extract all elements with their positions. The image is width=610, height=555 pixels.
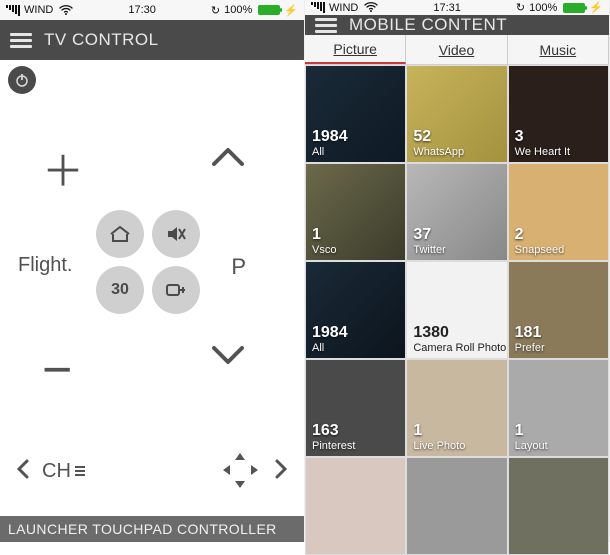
carrier-label: WIND	[24, 4, 53, 16]
album-tile[interactable]: 1Layout	[509, 360, 608, 456]
next-button[interactable]	[274, 458, 288, 485]
sync-icon: ↻	[516, 1, 525, 14]
content-tabs: Picture Video Music	[305, 35, 609, 65]
album-count: 1984	[312, 324, 348, 342]
input-button[interactable]	[152, 266, 200, 314]
album-tile[interactable]: 2Snapseed	[509, 164, 608, 260]
album-count: 181	[515, 324, 542, 342]
album-tile[interactable]: 3We Heart It	[509, 66, 608, 162]
screen-tv-control: WIND 17:30 ↻ 100% ⚡ TV CONTROL ＋ − Fligh…	[0, 0, 305, 542]
album-count: 3	[515, 128, 564, 146]
album-tile[interactable]: 163Pinterest	[306, 360, 405, 456]
album-name: Camera Roll Photo	[413, 342, 506, 354]
album-tile[interactable]	[306, 458, 405, 554]
album-tile[interactable]: 1Live Photo	[407, 360, 506, 456]
tab-video-label: Video	[439, 42, 475, 58]
p-label: P	[231, 254, 246, 280]
menu-icon[interactable]	[315, 18, 337, 33]
tv-control-body: ＋ − Flight. P 30 CH	[0, 60, 304, 542]
album-name: All	[312, 146, 354, 158]
page-title: MOBILE CONTENT	[349, 15, 507, 35]
wifi-icon	[364, 0, 378, 15]
battery-pct: 100%	[224, 4, 252, 16]
ch-label: CH	[42, 460, 71, 483]
home-button[interactable]	[96, 210, 144, 258]
album-tile[interactable]	[509, 458, 608, 554]
album-name: Snapseed	[515, 244, 565, 256]
prev-button[interactable]	[16, 458, 30, 485]
topbar-right: MOBILE CONTENT	[305, 15, 609, 35]
album-tile[interactable]: 1984All	[306, 262, 405, 358]
statusbar-right: WIND 17:31 ↻ 100% ⚡	[305, 0, 609, 15]
clock: 17:30	[128, 4, 156, 16]
album-tile[interactable]: 1380Camera Roll Photo	[407, 262, 506, 358]
album-count: 37	[413, 226, 439, 244]
album-name: All	[312, 342, 354, 354]
album-name: Layout	[515, 440, 548, 452]
center-cluster: 30	[96, 210, 200, 314]
sync-icon: ↻	[211, 4, 220, 17]
launcher-bar: LAUNCHER TOUCHPAD CONTROLLER	[0, 516, 304, 542]
clock: 17:31	[433, 2, 461, 14]
topbar-left: TV CONTROL	[0, 20, 304, 60]
tab-music[interactable]: Music	[508, 35, 609, 64]
volume-down-button[interactable]: −	[42, 340, 72, 400]
battery-icon	[563, 3, 585, 13]
ch-button[interactable]: CH	[42, 460, 85, 483]
album-tile[interactable]: 1Vsco	[306, 164, 405, 260]
tab-picture-label: Picture	[333, 41, 377, 57]
album-name: Pinterest	[312, 440, 355, 452]
album-name: Live Photo	[413, 440, 465, 452]
album-count: 1	[515, 422, 542, 440]
album-name: WhatsApp	[413, 146, 464, 158]
album-count: 52	[413, 128, 458, 146]
tab-video[interactable]: Video	[406, 35, 507, 64]
flight-label: Flight.	[18, 254, 72, 277]
carrier-label: WIND	[329, 2, 358, 14]
wifi-icon	[59, 3, 73, 18]
album-name: Prefer	[515, 342, 548, 354]
mobile-content-body: Picture Video Music 1984All 52WhatsApp 3…	[305, 35, 609, 555]
battery-icon	[258, 5, 280, 15]
album-count: 1380	[413, 324, 500, 342]
album-tile[interactable]: 37Twitter	[407, 164, 506, 260]
screen-mobile-content: WIND 17:31 ↻ 100% ⚡ MOBILE CONTENT Pictu…	[305, 0, 610, 542]
album-tile[interactable]: 1984All	[306, 66, 405, 162]
mute-button[interactable]	[152, 210, 200, 258]
statusbar-left: WIND 17:30 ↻ 100% ⚡	[0, 0, 304, 20]
album-count: 163	[312, 422, 349, 440]
album-grid[interactable]: 1984All 52WhatsApp 3We Heart It 1Vsco 37…	[305, 65, 609, 555]
volume-up-button[interactable]: ＋	[42, 138, 84, 199]
album-name: Vsco	[312, 244, 336, 256]
album-tile[interactable]: 181Prefer	[509, 262, 608, 358]
album-count: 1	[312, 226, 330, 244]
page-title: TV CONTROL	[44, 30, 159, 50]
power-button[interactable]	[8, 66, 36, 94]
album-tile[interactable]: 52WhatsApp	[407, 66, 506, 162]
battery-pct: 100%	[529, 2, 557, 14]
album-count: 1	[413, 422, 459, 440]
album-name: Twitter	[413, 244, 445, 256]
charging-icon: ⚡	[589, 1, 603, 14]
album-name: We Heart It	[515, 146, 570, 158]
tab-music-label: Music	[540, 42, 577, 58]
menu-icon[interactable]	[10, 33, 32, 48]
album-tile[interactable]	[407, 458, 506, 554]
album-count: 2	[515, 226, 559, 244]
album-count: 1984	[312, 128, 348, 146]
bottom-nav: CH	[0, 450, 304, 492]
signal-icon	[311, 2, 325, 13]
tab-picture[interactable]: Picture	[305, 35, 406, 64]
channel-up-button[interactable]	[208, 142, 248, 177]
dpad-icon[interactable]	[220, 450, 262, 492]
skip30-button[interactable]: 30	[96, 266, 144, 314]
channel-down-button[interactable]	[208, 340, 248, 375]
charging-icon: ⚡	[284, 4, 298, 17]
signal-icon	[6, 5, 20, 16]
